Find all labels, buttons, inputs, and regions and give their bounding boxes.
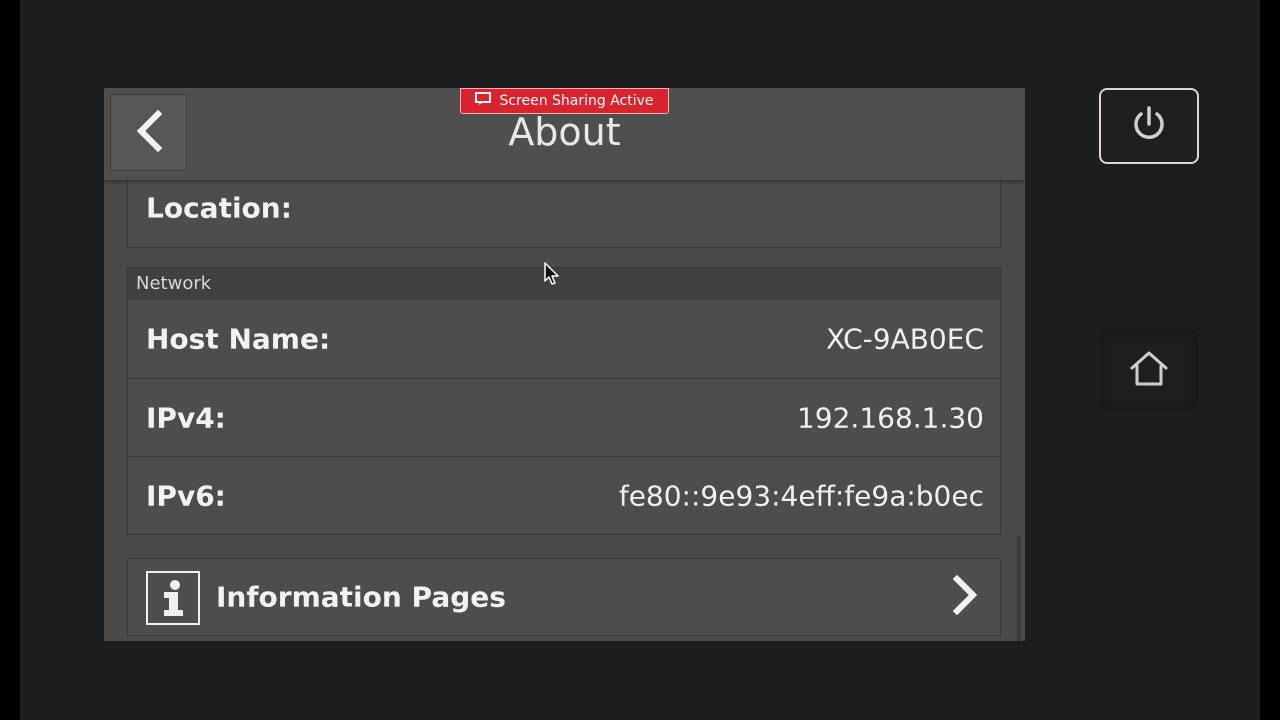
location-row: Location:	[128, 169, 1000, 247]
ipv4-label: IPv4:	[146, 401, 226, 434]
network-section-header: Network	[128, 268, 1000, 300]
mouse-cursor-icon	[544, 262, 560, 286]
network-card: Network Host Name: XC-9AB0EC IPv4: 192.1…	[127, 267, 1001, 535]
power-icon	[1129, 104, 1169, 148]
location-label: Location:	[146, 191, 292, 225]
touch-screen: About Screen Sharing Active Location: Ne…	[104, 88, 1025, 641]
power-button[interactable]	[1099, 88, 1199, 164]
ipv6-value: fe80::9e93:4eff:fe9a:b0ec	[618, 479, 984, 512]
home-button[interactable]	[1100, 330, 1198, 410]
host-name-value: XC-9AB0EC	[825, 322, 984, 356]
information-pages-label: Information Pages	[216, 580, 506, 614]
location-card: Location:	[127, 168, 1001, 248]
ipv4-value: 192.168.1.30	[796, 401, 984, 434]
screen-share-icon	[475, 92, 493, 110]
info-icon	[146, 571, 200, 625]
information-pages-button[interactable]: Information Pages	[127, 558, 1001, 636]
content-area[interactable]: Location: Network Host Name: XC-9AB0EC I…	[104, 168, 1025, 641]
ipv4-row: IPv4: 192.168.1.30	[128, 378, 1000, 456]
host-name-row: Host Name: XC-9AB0EC	[128, 300, 1000, 378]
page-title: About	[508, 110, 621, 154]
ipv6-row: IPv6: fe80::9e93:4eff:fe9a:b0ec	[128, 456, 1000, 534]
screen-sharing-badge: Screen Sharing Active	[460, 88, 669, 114]
ipv6-label: IPv6:	[146, 479, 226, 512]
scrollbar[interactable]	[1017, 535, 1021, 641]
screen-sharing-label: Screen Sharing Active	[499, 93, 654, 109]
chevron-right-icon	[952, 574, 978, 619]
home-icon	[1129, 349, 1169, 391]
host-name-label: Host Name:	[146, 322, 331, 356]
